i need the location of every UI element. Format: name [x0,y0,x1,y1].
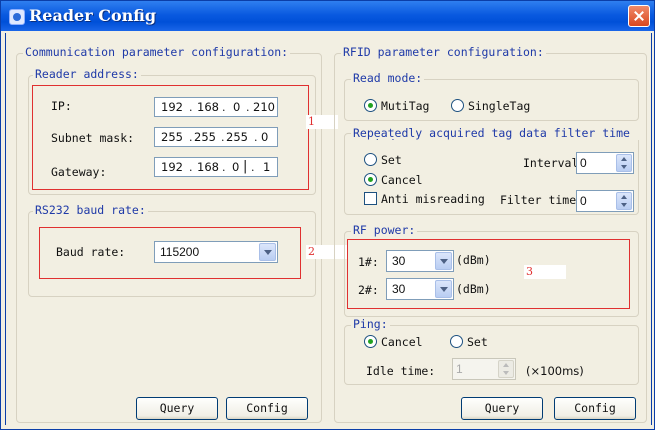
idle-time-spinner[interactable]: 1 [452,358,516,380]
ip-octet-4: 210 [253,100,275,114]
query-button-right[interactable]: Query [461,397,543,420]
ip-dot: . [222,101,226,114]
anti-misreading-checkbox[interactable] [364,192,377,205]
ip-label: IP: [51,99,72,113]
interval-spinner[interactable]: 0 [576,152,634,174]
idle-time-value: 1 [456,362,463,376]
subnet-input[interactable]: 255 . 255 . 255 . 0 [154,127,278,147]
rf-power-legend: RF power: [351,223,418,237]
gateway-dot: . [251,161,255,174]
antenna1-power-select[interactable]: 30 [386,250,454,272]
multitag-radio[interactable] [364,99,377,112]
gateway-octet-3: 0 [232,160,240,174]
singletag-radio[interactable] [451,99,464,112]
title-bar: Reader Config [1,1,654,31]
antenna1-power-value: 30 [392,254,406,268]
baud-rate-label: Baud rate: [56,245,126,259]
subnet-octet-4: 0 [261,130,269,144]
interval-label: Interval [523,156,578,170]
communication-legend: Communication parameter configuration: [23,45,291,59]
gateway-octet-4: 1 [263,160,271,174]
interval-value: 0 [580,156,587,170]
subnet-label: Subnet mask: [51,131,135,145]
filter-set-label: Set [381,153,402,167]
filter-cancel-label: Cancel [381,173,423,187]
idle-time-label: Idle time: [366,364,436,378]
chevron-down-icon[interactable] [259,243,276,261]
subnet-octet-2: 255 [194,130,216,144]
reader-address-legend: Reader address: [33,67,141,81]
ip-octet-2: 168 [197,100,219,114]
chevron-down-icon[interactable] [435,252,452,270]
spinner-arrows-icon[interactable] [498,360,514,378]
antenna2-power-select[interactable]: 30 [386,278,454,300]
baud-rate-legend: RS232 baud rate: [33,203,148,217]
ping-cancel-label: Cancel [381,335,423,349]
gateway-label: Gateway: [51,165,107,179]
filter-time-spinner[interactable]: 0 [576,190,634,212]
filter-set-radio[interactable] [364,153,377,166]
filter-time-value: 0 [580,194,587,208]
reader-config-window: Reader Config Communication parameter co… [0,0,655,430]
app-icon [9,9,25,25]
config-button-left[interactable]: Config [226,397,308,420]
ip-input[interactable]: 192 . 168 . 0 . 210 [154,97,278,117]
window-title: Reader Config [29,6,157,25]
ping-cancel-radio[interactable] [364,335,377,348]
filter-cancel-radio[interactable] [364,173,377,186]
subnet-octet-3: 255 [226,130,248,144]
chevron-down-icon[interactable] [435,280,452,298]
filter-time-label: Filter time [500,193,577,207]
subnet-dot: . [221,131,225,144]
antenna2-label: 2#: [358,283,379,297]
ip-octet-1: 192 [161,100,183,114]
antenna1-unit: (dBm) [456,253,491,267]
gateway-octet-1: 192 [161,160,183,174]
text-cursor: | [243,159,248,174]
antenna2-power-value: 30 [392,282,406,296]
subnet-dot: . [254,131,258,144]
gateway-dot: . [222,161,226,174]
anti-misreading-label: Anti misreading [381,192,485,206]
subnet-octet-1: 255 [161,130,183,144]
read-mode-legend: Read mode: [351,71,425,85]
gateway-octet-2: 168 [197,160,219,174]
gateway-dot: . [189,161,193,174]
rfid-legend: RFID parameter configuration: [341,45,546,59]
annotation-label-3: 3 [524,265,566,279]
ip-dot: . [246,101,250,114]
multitag-label: MutiTag [381,99,430,113]
close-button[interactable] [628,5,650,27]
subnet-dot: . [189,131,193,144]
dialog-client-area: Communication parameter configuration: R… [5,33,652,425]
ip-dot: . [189,101,193,114]
antenna1-label: 1#: [358,255,379,269]
ping-legend: Ping: [351,317,390,331]
ping-set-label: Set [467,335,488,349]
singletag-label: SingleTag [468,99,531,113]
spinner-arrows-icon[interactable] [616,192,632,210]
filter-time-legend: Repeatedly acquired tag data filter time… [351,128,641,140]
antenna2-unit: (dBm) [456,282,491,296]
spinner-arrows-icon[interactable] [616,154,632,172]
config-button-right[interactable]: Config [554,397,636,420]
baud-rate-value: 115200 [160,245,200,259]
ip-octet-3: 0 [233,100,241,114]
baud-rate-select[interactable]: 115200 [154,241,278,263]
ping-set-radio[interactable] [450,335,463,348]
query-button-left[interactable]: Query [136,397,218,420]
gateway-input[interactable]: 192 . 168 . 0 | . 1 [154,157,278,177]
idle-time-unit: (×100ms) [526,364,584,378]
